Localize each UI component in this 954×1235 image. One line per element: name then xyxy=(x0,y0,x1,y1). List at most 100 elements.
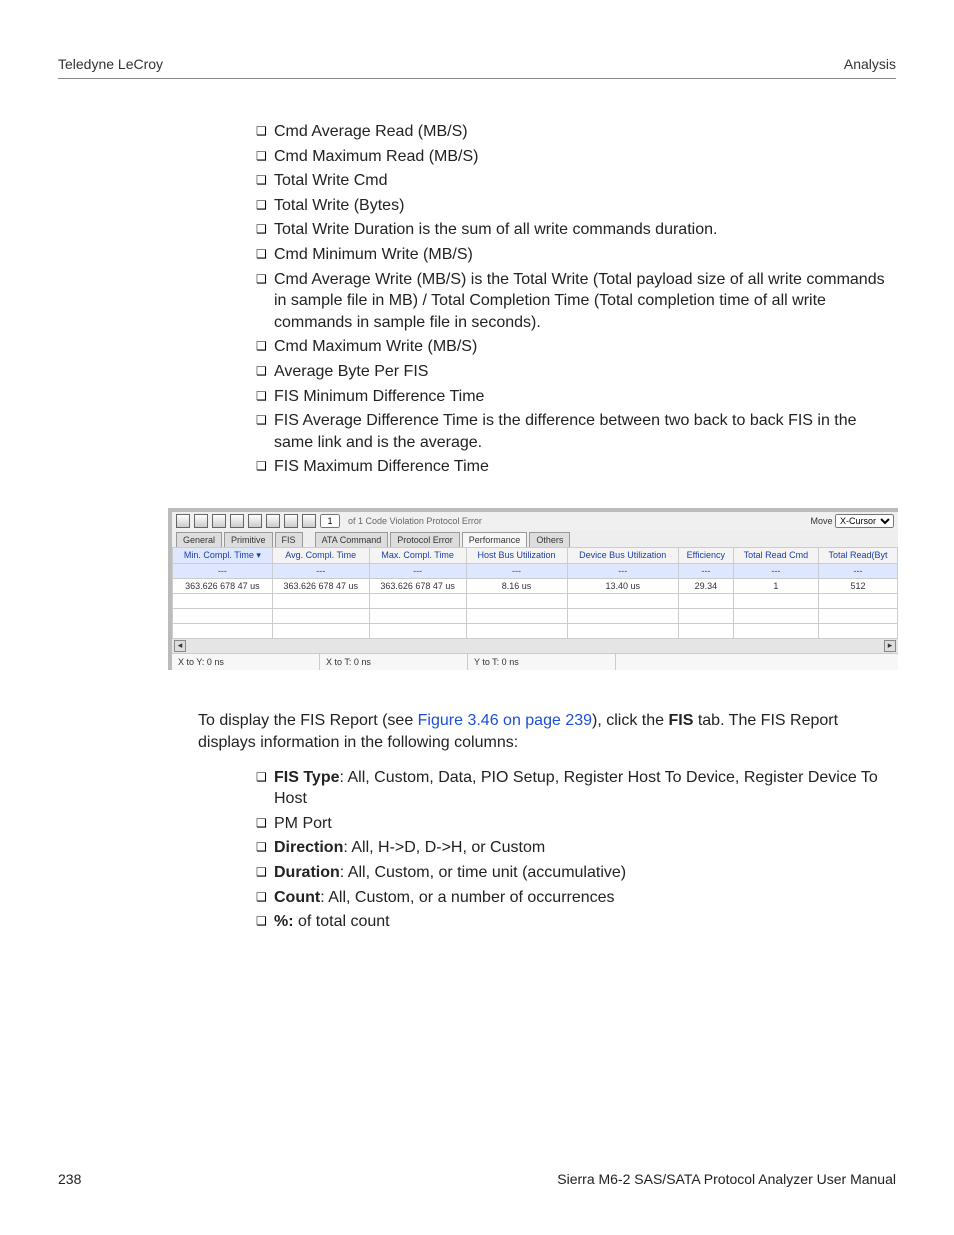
cell xyxy=(733,623,818,638)
toolbar-icon[interactable] xyxy=(176,514,190,528)
bullet-icon: ❑ xyxy=(256,121,274,141)
cell: --- xyxy=(819,563,898,578)
list-item-text: Direction: All, H->D, D->H, or Custom xyxy=(274,837,886,859)
list-item: ❑PM Port xyxy=(256,813,886,835)
list-item: ❑Total Write Cmd xyxy=(256,170,886,192)
bullet-list-top: ❑Cmd Average Read (MB/S)❑Cmd Maximum Rea… xyxy=(238,121,886,478)
toolbar-icon[interactable] xyxy=(266,514,280,528)
tab-primitive[interactable]: Primitive xyxy=(224,532,273,547)
tab-row: GeneralPrimitiveFIS ATA CommandProtocol E… xyxy=(172,530,898,547)
toolbar-icon[interactable] xyxy=(302,514,316,528)
column-header[interactable]: Host Bus Utilization xyxy=(466,547,567,563)
header-right: Analysis xyxy=(844,56,896,72)
bullet-icon: ❑ xyxy=(256,813,274,833)
list-item-text: Duration: All, Custom, or time unit (acc… xyxy=(274,862,886,884)
bullet-icon: ❑ xyxy=(256,911,274,931)
cell xyxy=(466,593,567,608)
cell xyxy=(466,623,567,638)
cell: 512 xyxy=(819,578,898,593)
list-item-text: Total Write Cmd xyxy=(274,170,886,192)
list-item-text: FIS Average Difference Time is the diffe… xyxy=(274,410,886,453)
column-header[interactable]: Device Bus Utilization xyxy=(567,547,678,563)
cell xyxy=(678,608,733,623)
list-item-text: Average Byte Per FIS xyxy=(274,361,886,383)
bullet-icon: ❑ xyxy=(256,767,274,787)
cell xyxy=(567,593,678,608)
bullet-icon: ❑ xyxy=(256,862,274,882)
cell: --- xyxy=(733,563,818,578)
bullet-icon: ❑ xyxy=(256,456,274,476)
toolbar-icon[interactable] xyxy=(194,514,208,528)
list-item: ❑Total Write (Bytes) xyxy=(256,195,886,217)
bullet-list-bottom: ❑FIS Type: All, Custom, Data, PIO Setup,… xyxy=(238,767,886,933)
cell: 363.626 678 47 us xyxy=(272,578,369,593)
cell: --- xyxy=(567,563,678,578)
toolbar-icon[interactable] xyxy=(248,514,262,528)
footer-title: Sierra M6-2 SAS/SATA Protocol Analyzer U… xyxy=(557,1171,896,1187)
list-item-text: Cmd Minimum Write (MB/S) xyxy=(274,244,886,266)
status-bar: X to Y: 0 ns X to T: 0 ns Y to T: 0 ns xyxy=(172,653,898,670)
scroll-right-icon[interactable]: ▸ xyxy=(884,640,896,652)
tab-fis[interactable]: FIS xyxy=(275,532,303,547)
toolbar-icon[interactable] xyxy=(284,514,298,528)
horizontal-scrollbar[interactable]: ◂ ▸ xyxy=(172,639,898,653)
cell: 363.626 678 47 us xyxy=(173,578,273,593)
cell xyxy=(733,593,818,608)
column-header[interactable]: Min. Compl. Time ▾ xyxy=(173,547,273,563)
column-header[interactable]: Efficiency xyxy=(678,547,733,563)
tab-protocol-error[interactable]: Protocol Error xyxy=(390,532,460,547)
cell xyxy=(466,608,567,623)
figure-ref-link[interactable]: Figure 3.46 on page 239 xyxy=(418,712,592,729)
screenshot-figure: of 1 Code Violation Protocol Error Move … xyxy=(168,508,886,670)
bullet-icon: ❑ xyxy=(256,410,274,430)
cell: --- xyxy=(369,563,466,578)
list-item-text: FIS Maximum Difference Time xyxy=(274,456,886,478)
tab-general[interactable]: General xyxy=(176,532,222,547)
cell xyxy=(567,608,678,623)
cell: 363.626 678 47 us xyxy=(369,578,466,593)
list-item-text: %: of total count xyxy=(274,911,886,933)
bullet-icon: ❑ xyxy=(256,386,274,406)
cell xyxy=(173,593,273,608)
bullet-icon: ❑ xyxy=(256,146,274,166)
bullet-icon: ❑ xyxy=(256,361,274,381)
cell xyxy=(819,593,898,608)
cell: --- xyxy=(272,563,369,578)
list-item: ❑Duration: All, Custom, or time unit (ac… xyxy=(256,862,886,884)
column-header[interactable]: Max. Compl. Time xyxy=(369,547,466,563)
cell xyxy=(369,623,466,638)
column-header[interactable]: Total Read(Byt xyxy=(819,547,898,563)
move-label: Move xyxy=(810,516,832,526)
tab-ata-command[interactable]: ATA Command xyxy=(315,532,389,547)
toolbar-icon[interactable] xyxy=(212,514,226,528)
page-input[interactable] xyxy=(320,514,340,528)
tab-others[interactable]: Others xyxy=(529,532,570,547)
scroll-left-icon[interactable]: ◂ xyxy=(174,640,186,652)
list-item: ❑FIS Type: All, Custom, Data, PIO Setup,… xyxy=(256,767,886,810)
tab-performance[interactable]: Performance xyxy=(462,532,528,547)
column-header[interactable]: Total Read Cmd xyxy=(733,547,818,563)
bullet-icon: ❑ xyxy=(256,887,274,907)
toolbar-icon[interactable] xyxy=(230,514,244,528)
bullet-icon: ❑ xyxy=(256,837,274,857)
cell xyxy=(272,593,369,608)
bullet-icon: ❑ xyxy=(256,336,274,356)
list-item-text: Total Write (Bytes) xyxy=(274,195,886,217)
list-item-text: Count: All, Custom, or a number of occur… xyxy=(274,887,886,909)
performance-grid: Min. Compl. Time ▾Avg. Compl. TimeMax. C… xyxy=(172,547,898,639)
bullet-icon: ❑ xyxy=(256,269,274,289)
bullet-icon: ❑ xyxy=(256,244,274,264)
cell xyxy=(733,608,818,623)
list-item: ❑FIS Average Difference Time is the diff… xyxy=(256,410,886,453)
move-select[interactable]: X-Cursor xyxy=(835,514,894,528)
cell: --- xyxy=(173,563,273,578)
toolbar-navtext: of 1 Code Violation Protocol Error xyxy=(348,516,482,526)
column-header[interactable]: Avg. Compl. Time xyxy=(272,547,369,563)
list-item: ❑Cmd Maximum Read (MB/S) xyxy=(256,146,886,168)
cell xyxy=(678,593,733,608)
cell: 8.16 us xyxy=(466,578,567,593)
list-item: ❑Average Byte Per FIS xyxy=(256,361,886,383)
list-item: ❑%: of total count xyxy=(256,911,886,933)
status-xy: X to Y: 0 ns xyxy=(172,654,320,670)
toolbar: of 1 Code Violation Protocol Error Move … xyxy=(172,512,898,530)
